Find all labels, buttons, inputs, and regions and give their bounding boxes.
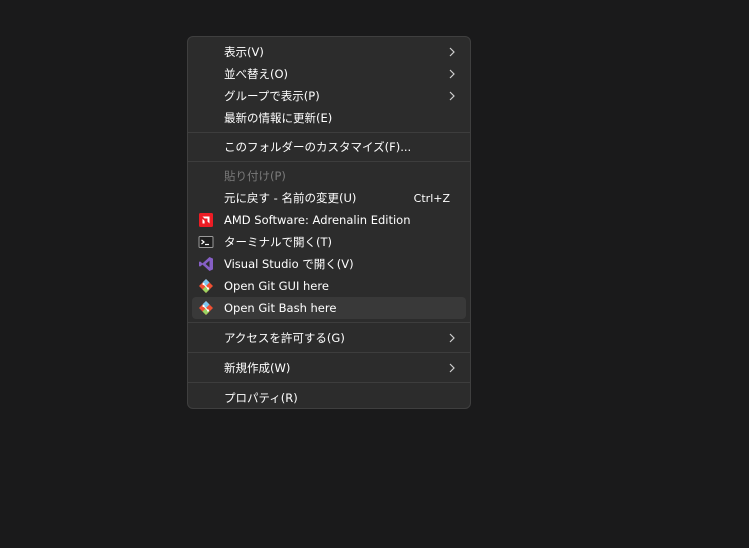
chevron-right-icon <box>449 363 455 373</box>
menu-item-undo-rename[interactable]: 元に戻す - 名前の変更(U) Ctrl+Z <box>192 187 466 209</box>
menu-item-label: プロパティ(R) <box>224 391 298 405</box>
menu-item-label: グループで表示(P) <box>224 89 320 103</box>
visual-studio-icon <box>199 257 213 271</box>
menu-separator <box>188 161 470 162</box>
menu-item-customize-folder[interactable]: このフォルダーのカスタマイズ(F)... <box>192 136 466 158</box>
menu-item-open-visual-studio[interactable]: Visual Studio で開く(V) <box>192 253 466 275</box>
menu-item-open-git-gui[interactable]: Open Git GUI here <box>192 275 466 297</box>
menu-item-properties[interactable]: プロパティ(R) <box>192 387 466 409</box>
context-menu: 表示(V) 並べ替え(O) グループで表示(P) 最新の情報に更新(E) このフ… <box>187 36 471 409</box>
menu-item-label: 最新の情報に更新(E) <box>224 111 333 125</box>
menu-item-label: 貼り付け(P) <box>224 169 286 183</box>
menu-separator <box>188 132 470 133</box>
menu-separator <box>188 322 470 323</box>
menu-item-grant-access[interactable]: アクセスを許可する(G) <box>192 327 466 349</box>
menu-separator <box>188 352 470 353</box>
menu-item-new[interactable]: 新規作成(W) <box>192 357 466 379</box>
menu-item-open-terminal[interactable]: ターミナルで開く(T) <box>192 231 466 253</box>
menu-item-label: 元に戻す - 名前の変更(U) <box>224 191 357 205</box>
menu-item-paste: 貼り付け(P) <box>192 165 466 187</box>
menu-item-label: AMD Software: Adrenalin Edition <box>224 213 411 227</box>
git-icon <box>199 301 213 315</box>
menu-item-view[interactable]: 表示(V) <box>192 41 466 63</box>
chevron-right-icon <box>449 47 455 57</box>
menu-item-group-by[interactable]: グループで表示(P) <box>192 85 466 107</box>
chevron-right-icon <box>449 333 455 343</box>
menu-item-label: 並べ替え(O) <box>224 67 289 81</box>
menu-item-refresh[interactable]: 最新の情報に更新(E) <box>192 107 466 129</box>
menu-separator <box>188 382 470 383</box>
amd-icon <box>199 213 213 227</box>
menu-item-sort[interactable]: 並べ替え(O) <box>192 63 466 85</box>
git-icon <box>199 279 213 293</box>
chevron-right-icon <box>449 91 455 101</box>
menu-item-label: 表示(V) <box>224 45 264 59</box>
menu-item-label: Visual Studio で開く(V) <box>224 257 354 271</box>
menu-item-label: ターミナルで開く(T) <box>224 235 332 249</box>
menu-item-label: アクセスを許可する(G) <box>224 331 345 345</box>
menu-item-label: 新規作成(W) <box>224 361 291 375</box>
menu-item-amd-software[interactable]: AMD Software: Adrenalin Edition <box>192 209 466 231</box>
menu-item-label: Open Git GUI here <box>224 279 329 293</box>
menu-item-label: このフォルダーのカスタマイズ(F)... <box>224 140 412 154</box>
chevron-right-icon <box>449 69 455 79</box>
shortcut-text: Ctrl+Z <box>413 191 450 205</box>
menu-item-open-git-bash[interactable]: Open Git Bash here <box>192 297 466 319</box>
terminal-icon <box>198 236 214 248</box>
menu-item-label: Open Git Bash here <box>224 301 337 315</box>
